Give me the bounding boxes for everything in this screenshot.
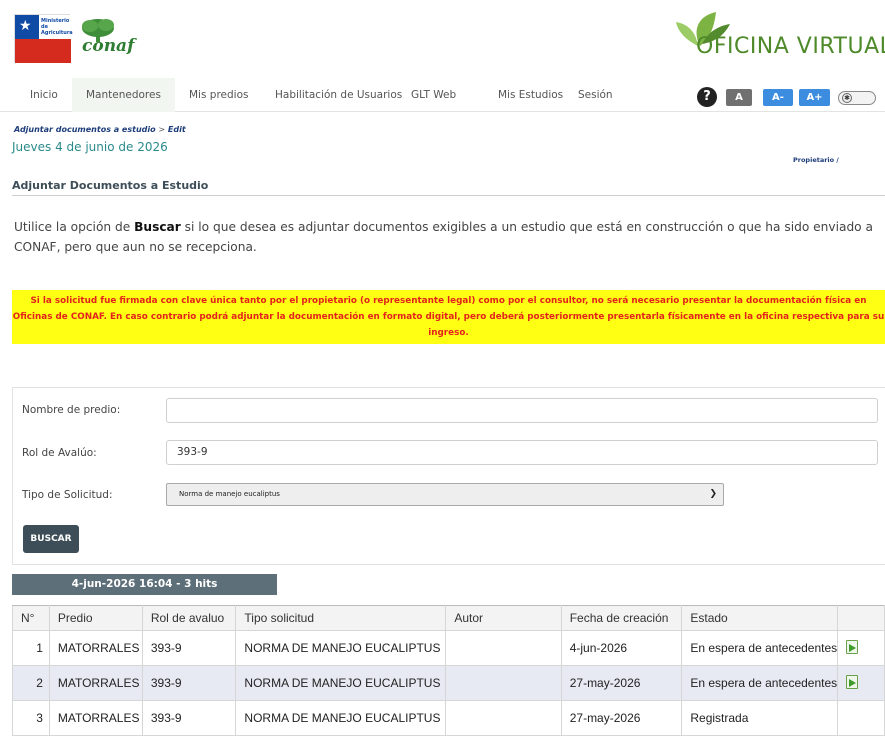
warning-banner: Si la solicitud fue firmada con clave ún… [12, 290, 885, 344]
nav-mantenedores[interactable]: Mantenedores [72, 78, 175, 112]
table-row[interactable]: 3 MATORRALES 393-9 NORMA DE MANEJO EUCAL… [12, 700, 885, 736]
breadcrumb: Adjuntar documentos a estudio > Edit [14, 125, 186, 134]
current-date: Jueves 4 de junio de 2026 [12, 140, 168, 154]
conaf-logo[interactable]: conaf [72, 14, 144, 64]
title-divider [12, 195, 885, 196]
table-header-row: N° Predio Rol de avaluo Tipo solicitud A… [12, 605, 885, 631]
col-header-rol: Rol de avaluo [141, 605, 237, 631]
rol-label: Rol de Avalúo: [22, 447, 97, 459]
cell-action [837, 665, 885, 701]
col-header-estado: Estado [681, 605, 839, 631]
chevron-down-icon: ❯ [709, 489, 717, 499]
contrast-toggle-icon: ✱ [842, 93, 852, 103]
nav-mis-predios[interactable]: Mis predios [189, 78, 248, 112]
cell-rol: 393-9 [141, 630, 237, 666]
cell-predio: MATORRALES [48, 630, 143, 666]
tipo-select[interactable]: Norma de manejo eucaliptus ❯ [166, 483, 724, 506]
cell-autor [445, 700, 562, 736]
col-header-autor: Autor [445, 605, 562, 631]
help-icon[interactable]: ? [697, 87, 717, 107]
col-header-n: N° [12, 605, 50, 631]
intro-bold-buscar: Buscar [134, 220, 181, 234]
owner-label: Propietario / [793, 156, 839, 164]
intro-text: Utilice la opción de Buscar si lo que de… [14, 220, 873, 254]
results-hits: 4-jun-2026 16:04 - 3 hits [12, 574, 277, 595]
cell-estado: Registrada [681, 700, 839, 736]
cell-n: 2 [12, 665, 50, 701]
breadcrumb-parent-link[interactable]: Adjuntar documentos a estudio [14, 125, 156, 134]
results-table: N° Predio Rol de avaluo Tipo solicitud A… [12, 605, 885, 736]
cell-autor [445, 665, 562, 701]
attach-document-icon[interactable] [846, 639, 859, 654]
cell-predio: MATORRALES [48, 700, 143, 736]
cell-action [837, 630, 885, 666]
site-header: ★ Ministerio de Agricultura conaf OFICIN… [0, 0, 885, 78]
col-header-tipo: Tipo solicitud [235, 605, 447, 631]
conaf-logo-text: conaf [82, 36, 135, 56]
oficina-virtual-logo[interactable]: OFICINA VIRTUAL [672, 10, 885, 66]
cell-n: 3 [12, 700, 50, 736]
col-header-predio: Predio [48, 605, 143, 631]
col-header-action [837, 605, 885, 631]
cell-fecha: 27-may-2026 [560, 700, 683, 736]
rol-input[interactable]: 393-9 [166, 440, 878, 465]
cell-rol: 393-9 [141, 665, 237, 701]
cell-action [837, 700, 885, 736]
attach-document-icon[interactable] [846, 674, 859, 689]
predio-label: Nombre de predio: [22, 404, 121, 416]
table-row[interactable]: 2 MATORRALES 393-9 NORMA DE MANEJO EUCAL… [12, 665, 885, 701]
cell-tipo: NORMA DE MANEJO EUCALIPTUS [235, 700, 447, 736]
cell-estado: En espera de antecedentes [681, 630, 839, 666]
nav-sesion[interactable]: Sesión [578, 78, 613, 112]
cell-estado: En espera de antecedentes [681, 665, 839, 701]
nav-glt-web[interactable]: GLT Web [411, 78, 456, 112]
cell-fecha: 4-jun-2026 [560, 630, 683, 666]
nav-inicio[interactable]: Inicio [30, 78, 58, 112]
cell-tipo: NORMA DE MANEJO EUCALIPTUS [235, 665, 447, 701]
main-nav: Inicio Mantenedores Mis predios Habilita… [0, 78, 885, 112]
nav-mis-estudios[interactable]: Mis Estudios [498, 78, 563, 112]
ministerio-agricultura-logo[interactable]: ★ Ministerio de Agricultura [14, 14, 73, 63]
breadcrumb-current: Edit [167, 125, 186, 134]
cell-n: 1 [12, 630, 50, 666]
font-increase-button[interactable]: A+ [799, 89, 830, 106]
predio-input[interactable] [166, 398, 878, 423]
table-row[interactable]: 1 MATORRALES 393-9 NORMA DE MANEJO EUCAL… [12, 630, 885, 666]
gob-logo-text: Ministerio de Agricultura [41, 18, 73, 36]
cell-predio: MATORRALES [48, 665, 143, 701]
tipo-select-value: Norma de manejo eucaliptus [179, 490, 280, 498]
buscar-button[interactable]: BUSCAR [23, 525, 79, 553]
cell-fecha: 27-may-2026 [560, 665, 683, 701]
page-title: Adjuntar Documentos a Estudio [12, 179, 209, 192]
breadcrumb-separator: > [158, 125, 166, 134]
oficina-virtual-text: OFICINA VIRTUAL [696, 34, 885, 59]
col-header-fecha: Fecha de creación [560, 605, 683, 631]
cell-rol: 393-9 [141, 700, 237, 736]
cell-tipo: NORMA DE MANEJO EUCALIPTUS [235, 630, 447, 666]
font-normal-button[interactable]: A [726, 89, 752, 106]
nav-habilitacion-usuarios[interactable]: Habilitación de Usuarios [275, 78, 402, 112]
tipo-label: Tipo de Solicitud: [22, 489, 113, 501]
font-decrease-button[interactable]: A- [763, 89, 793, 106]
cell-autor [445, 630, 562, 666]
contrast-toggle[interactable]: ✱ [838, 91, 876, 105]
